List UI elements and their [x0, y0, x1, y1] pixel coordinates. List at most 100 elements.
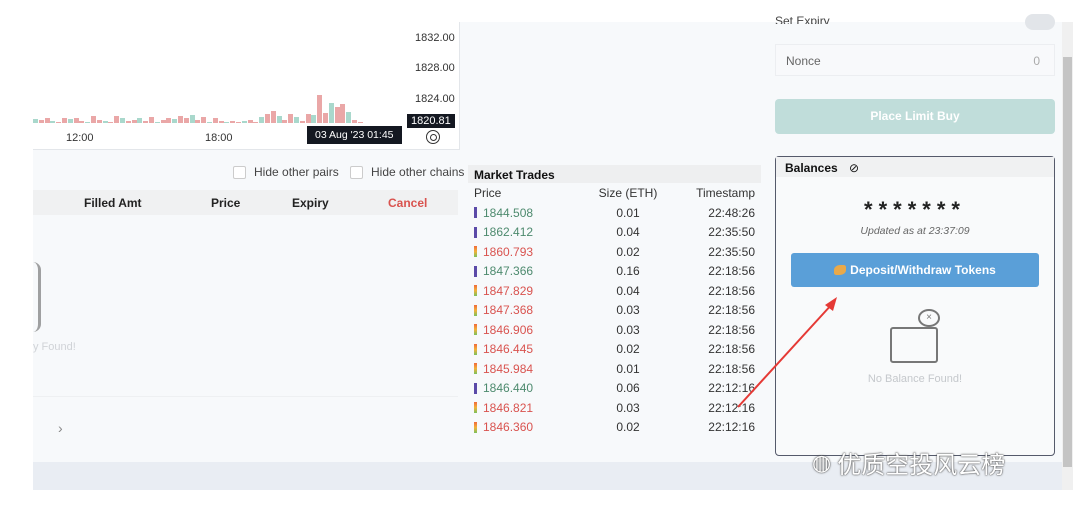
- side-marker: [474, 207, 477, 219]
- trade-price: 1847.829: [483, 283, 534, 298]
- volume-bar: [340, 104, 346, 123]
- volume-bar: [241, 121, 247, 123]
- nonce-field[interactable]: Nonce 0: [775, 44, 1055, 76]
- trade-size: 0.02: [616, 420, 640, 435]
- volume-bar: [270, 111, 276, 123]
- volume-bar: [212, 118, 218, 123]
- volume-bar: [328, 103, 334, 123]
- trading-app: 1832.00 1828.00 1824.00 12:00 18:00 1820…: [33, 14, 1073, 490]
- volume-bar: [120, 118, 125, 123]
- side-marker: [474, 246, 477, 258]
- hide-other-pairs-checkbox[interactable]: Hide other pairs: [233, 165, 339, 179]
- volume-bar: [178, 116, 183, 123]
- volume-bar: [346, 112, 352, 123]
- side-marker: [474, 363, 477, 375]
- trade-row: 1862.412 0.04 22:35:50: [468, 223, 761, 243]
- side-marker: [474, 324, 477, 336]
- volume-bar: [143, 121, 149, 123]
- deposit-withdraw-button[interactable]: Deposit/Withdraw Tokens: [791, 253, 1039, 287]
- trade-row: 1846.821 0.03 22:12:16: [468, 398, 761, 418]
- volume-bar: [50, 121, 56, 123]
- volume-bar: [56, 122, 62, 123]
- volume-bar: [149, 117, 154, 123]
- volume-bar: [189, 115, 195, 123]
- trade-row: 1847.366 0.16 22:18:56: [468, 262, 761, 282]
- trade-size: 0.16: [616, 264, 640, 279]
- volume-bar: [259, 117, 265, 123]
- y-tick: 1832.00: [415, 32, 455, 44]
- updated-time: Updated as at 23:37:09: [860, 225, 970, 237]
- volume-bar: [137, 118, 143, 123]
- y-tick: 1824.00: [415, 93, 455, 105]
- trade-row: 1846.445 0.02 22:18:56: [468, 340, 761, 360]
- trade-time: 22:48:26: [708, 205, 755, 220]
- volume-bar: [73, 118, 79, 123]
- volume-bar: [288, 114, 294, 123]
- x-tick: 18:00: [205, 132, 233, 144]
- next-page-button[interactable]: ›: [58, 420, 63, 436]
- scrollbar[interactable]: [1062, 22, 1073, 490]
- volume-bar: [224, 122, 230, 123]
- side-marker: [474, 226, 477, 238]
- volume-bar: [183, 118, 189, 123]
- side-marker: [474, 343, 477, 355]
- eye-slash-icon[interactable]: ⊘: [849, 161, 859, 175]
- checkbox-box[interactable]: [350, 165, 363, 179]
- empty-state-icon: [33, 262, 41, 332]
- volume-bar: [305, 114, 311, 123]
- trade-row: 1844.508 0.01 22:48:26: [468, 203, 761, 223]
- trade-row: 1845.984 0.01 22:18:56: [468, 359, 761, 379]
- volume-bar: [114, 116, 120, 123]
- hide-other-chains-checkbox[interactable]: Hide other chains: [350, 165, 464, 179]
- trade-price: 1844.508: [483, 205, 534, 220]
- token-icon: [834, 265, 847, 275]
- volume-bar: [236, 122, 241, 123]
- volume-bar: [317, 95, 323, 123]
- watermark-text: 优质空投风云榜: [837, 452, 1006, 479]
- volume-bar: [108, 122, 114, 123]
- cancel-all-button[interactable]: Cancel: [388, 196, 427, 210]
- side-marker: [474, 402, 477, 414]
- chart-settings-icon[interactable]: [426, 130, 440, 144]
- volume-bar: [131, 120, 137, 123]
- trade-size: 0.06: [616, 381, 640, 396]
- nonce-value[interactable]: 0: [1033, 54, 1040, 68]
- trade-price: 1846.445: [483, 342, 534, 357]
- trade-time: 22:35:50: [708, 244, 755, 259]
- crosshair-time-label: 03 Aug '23 01:45: [307, 126, 402, 144]
- trade-size: 0.02: [616, 342, 640, 357]
- volume-bar: [33, 119, 38, 123]
- divider: [33, 396, 458, 397]
- trade-size: 0.04: [616, 283, 640, 298]
- checkbox-box[interactable]: [233, 165, 246, 179]
- last-price-tag: 1820.81: [407, 114, 455, 128]
- deposit-label: Deposit/Withdraw Tokens: [850, 263, 996, 277]
- side-marker: [474, 421, 477, 433]
- volume-bar: [166, 118, 172, 123]
- col-price: Price: [211, 196, 241, 210]
- volume-bar: [91, 116, 96, 123]
- trade-size: 0.01: [616, 361, 640, 376]
- side-marker: [474, 265, 477, 277]
- scrollbar-thumb[interactable]: [1063, 57, 1072, 467]
- empty-folder-icon: ×: [888, 309, 942, 365]
- volume-bar: [282, 120, 288, 123]
- place-limit-buy-button[interactable]: Place Limit Buy: [775, 99, 1055, 134]
- trade-size: 0.03: [616, 303, 640, 318]
- expiry-toggle[interactable]: [1025, 14, 1055, 30]
- market-trades-title: Market Trades: [468, 165, 761, 183]
- col-price: Price: [474, 186, 502, 200]
- volume-bar: [38, 120, 44, 123]
- volume-bar: [154, 122, 160, 123]
- watermark: ◍ 优质空投风云榜: [812, 445, 1005, 480]
- trade-price: 1846.906: [483, 322, 534, 337]
- trade-row: 1846.360 0.02 22:12:16: [468, 418, 761, 438]
- trade-size: 0.04: [616, 225, 640, 240]
- price-chart[interactable]: 1832.00 1828.00 1824.00 12:00 18:00 1820…: [33, 22, 460, 150]
- trade-size: 0.03: [616, 400, 640, 415]
- trade-size: 0.02: [616, 244, 640, 259]
- volume-bar: [195, 120, 201, 123]
- volume-bar: [207, 122, 212, 123]
- volume-bar: [218, 121, 224, 123]
- volume-bar: [294, 117, 299, 123]
